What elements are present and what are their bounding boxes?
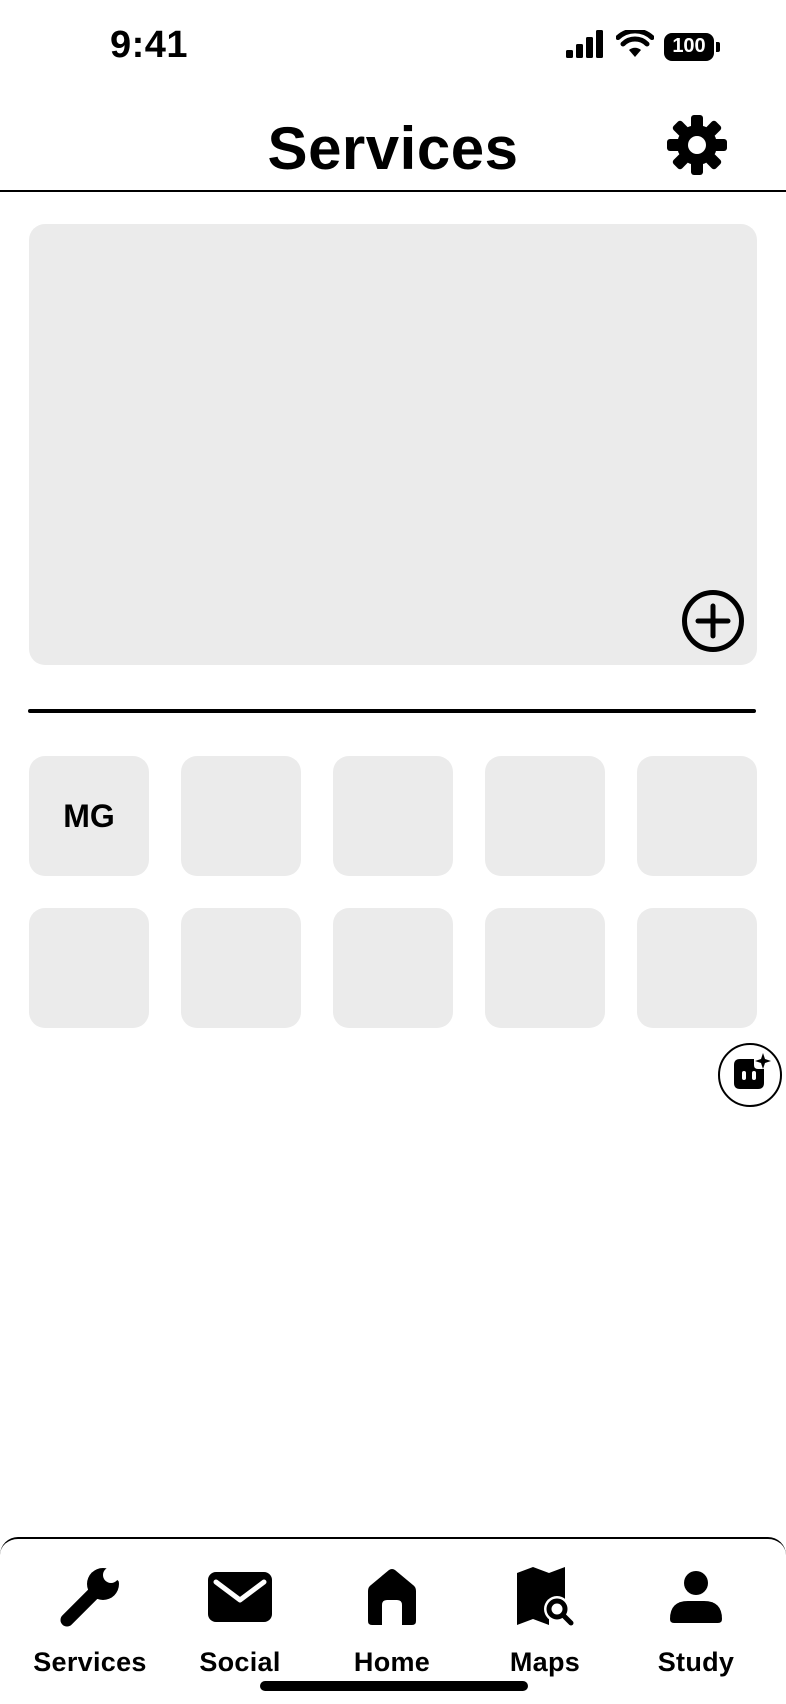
service-tile[interactable]: [485, 908, 605, 1028]
battery-icon: 100: [664, 32, 720, 61]
nav-label: Study: [657, 1647, 735, 1677]
bottom-nav: Services Social Home Maps Study: [0, 1537, 786, 1704]
service-tile[interactable]: [333, 756, 453, 876]
home-icon: [356, 1561, 428, 1633]
status-icons: 100: [566, 28, 720, 63]
service-tile[interactable]: [29, 908, 149, 1028]
gear-icon: [665, 113, 729, 182]
person-icon: [660, 1561, 732, 1633]
settings-button[interactable]: [664, 114, 730, 180]
wifi-icon: [615, 28, 655, 63]
service-tiles-grid: MG: [29, 756, 757, 1028]
ai-assistant-button[interactable]: [718, 1043, 782, 1107]
nav-item-services[interactable]: Services: [15, 1561, 165, 1678]
cellular-signal-icon: [566, 30, 606, 63]
nav-label: Maps: [509, 1647, 581, 1677]
service-tile[interactable]: [485, 756, 605, 876]
nav-item-home[interactable]: Home: [317, 1561, 467, 1678]
service-tile[interactable]: [637, 756, 757, 876]
nav-label: Social: [199, 1647, 281, 1677]
section-divider: [28, 709, 756, 713]
status-bar: 9:41 100: [0, 0, 786, 96]
service-tile[interactable]: MG: [29, 756, 149, 876]
nav-item-study[interactable]: Study: [621, 1561, 771, 1678]
feature-card[interactable]: [29, 224, 757, 665]
map-search-icon: [509, 1561, 581, 1633]
service-tile[interactable]: [333, 908, 453, 1028]
service-tile[interactable]: [637, 908, 757, 1028]
service-tile[interactable]: [181, 908, 301, 1028]
home-indicator: [260, 1681, 528, 1691]
service-tile[interactable]: [181, 756, 301, 876]
nav-item-maps[interactable]: Maps: [470, 1561, 620, 1678]
nav-label: Services: [33, 1647, 147, 1677]
plus-circle-icon: [681, 589, 745, 658]
status-time: 9:41: [110, 24, 189, 66]
nav-label: Home: [353, 1647, 431, 1677]
wrench-icon: [54, 1561, 126, 1633]
header: Services: [0, 96, 786, 192]
add-button[interactable]: [681, 589, 745, 658]
mail-icon: [204, 1561, 276, 1633]
ai-assistant-icon: [728, 1051, 772, 1100]
nav-item-social[interactable]: Social: [165, 1561, 315, 1678]
